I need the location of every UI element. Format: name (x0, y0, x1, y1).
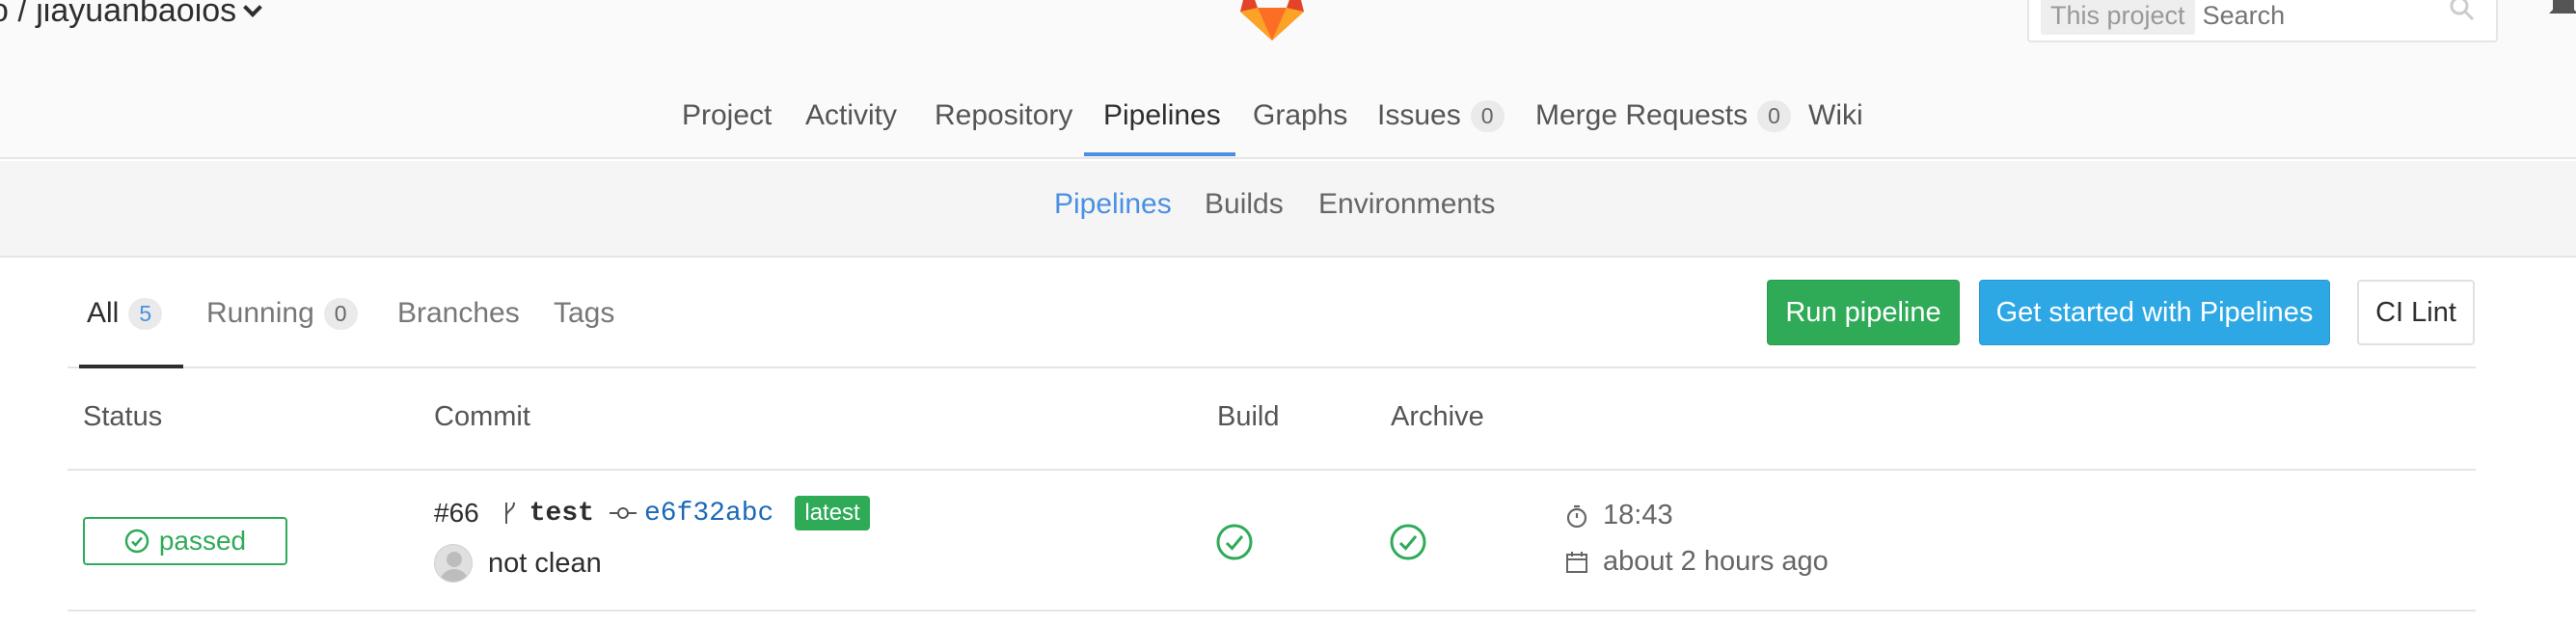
status-label[interactable]: passed (159, 526, 246, 557)
nav-merge-requests-label[interactable]: Merge Requests (1535, 99, 1748, 132)
nav-pipelines-label[interactable]: Pipelines (1103, 99, 1221, 132)
issues-count-badge: 0 (1470, 99, 1505, 132)
tab-running[interactable]: Running 0 (206, 297, 358, 330)
ci-lint-button[interactable]: CI Lint (2357, 280, 2475, 345)
subnav-builds[interactable]: Builds (1205, 188, 1284, 221)
status-badge[interactable]: passed (83, 517, 287, 565)
build-stage-check-icon[interactable] (1215, 523, 1254, 561)
nav-graphs-label[interactable]: Graphs (1253, 99, 1347, 132)
commit-icon (609, 507, 637, 519)
get-started-pipelines-button[interactable]: Get started with Pipelines (1979, 280, 2330, 345)
chevron-down-icon[interactable] (243, 0, 263, 17)
calendar-icon (1566, 551, 1587, 573)
tab-branches[interactable]: Branches (397, 297, 520, 330)
search-input[interactable] (2202, 0, 2454, 31)
gitlab-logo[interactable] (1236, 0, 1308, 44)
subnav-environments[interactable]: Environments (1318, 188, 1495, 221)
finished-line: about 2 hours ago (1564, 546, 1829, 578)
check-circle-icon (124, 529, 149, 554)
table-row: passed #66 test e6f32abc latest not clea… (68, 473, 2476, 611)
pipelines-subnav: Pipelines Builds Environments (0, 161, 2576, 258)
nav-merge-requests[interactable]: Merge Requests 0 (1535, 87, 1791, 145)
pipeline-id-link[interactable]: #66 (434, 498, 479, 529)
nav-activity-label[interactable]: Activity (805, 99, 897, 132)
tab-tags-label[interactable]: Tags (554, 297, 614, 330)
project-nav: Project Activity Repository Pipelines Gr… (0, 77, 2576, 159)
latest-badge: latest (795, 496, 870, 530)
nav-repository-label[interactable]: Repository (935, 99, 1072, 132)
column-commit: Commit (434, 401, 530, 432)
tab-active-indicator (79, 365, 183, 368)
nav-issues-label[interactable]: Issues (1377, 99, 1461, 132)
nav-project[interactable]: Project (682, 87, 772, 145)
nav-activity[interactable]: Activity (805, 87, 897, 145)
commit-message-line: not clean (434, 544, 602, 583)
pipelines-table-header: Status Commit Build Archive (68, 370, 2476, 471)
tab-all[interactable]: All 5 (87, 297, 163, 330)
pipeline-duration: 18:43 (1603, 500, 1673, 530)
commit-sha-link[interactable]: e6f32abc (644, 499, 773, 529)
header: o / jiayuanbaoios This project Project A… (0, 0, 2576, 159)
column-build: Build (1217, 401, 1280, 432)
pipeline-finished-ago: about 2 hours ago (1603, 546, 1829, 577)
nav-graphs[interactable]: Graphs (1253, 87, 1347, 145)
tab-all-label[interactable]: All (87, 297, 119, 330)
tab-tags[interactable]: Tags (554, 297, 614, 330)
branch-name-link[interactable]: test (529, 499, 594, 529)
archive-stage-check-icon[interactable] (1389, 523, 1427, 561)
nav-repository[interactable]: Repository (935, 87, 1072, 145)
search-box[interactable]: This project (2027, 0, 2498, 42)
nav-active-indicator (1084, 152, 1235, 156)
bell-icon[interactable] (2546, 0, 2576, 21)
duration-line: 18:43 (1564, 500, 1673, 531)
project-title-text[interactable]: o / jiayuanbaoios (0, 0, 236, 30)
search-icon[interactable] (2450, 0, 2475, 21)
nav-wiki-label[interactable]: Wiki (1808, 99, 1863, 132)
branch-icon (504, 502, 515, 524)
tab-all-count: 5 (128, 297, 163, 330)
column-archive: Archive (1391, 401, 1484, 432)
tab-running-label[interactable]: Running (206, 297, 314, 330)
nav-wiki[interactable]: Wiki (1808, 87, 1863, 145)
column-status: Status (83, 401, 163, 432)
commit-message-link[interactable]: not clean (488, 548, 602, 580)
tab-branches-label[interactable]: Branches (397, 297, 520, 330)
search-scope-badge[interactable]: This project (2041, 0, 2195, 35)
avatar[interactable] (434, 544, 473, 583)
nav-project-label[interactable]: Project (682, 99, 772, 132)
run-pipeline-button[interactable]: Run pipeline (1767, 280, 1960, 345)
subnav-pipelines[interactable]: Pipelines (1054, 188, 1172, 221)
project-title[interactable]: o / jiayuanbaoios (0, 0, 263, 30)
nav-pipelines[interactable]: Pipelines (1103, 87, 1221, 145)
commit-info: #66 test e6f32abc latest (434, 496, 870, 530)
tab-running-count: 0 (323, 297, 358, 330)
timer-icon (1566, 504, 1587, 528)
merge-requests-count-badge: 0 (1757, 99, 1791, 132)
nav-issues[interactable]: Issues 0 (1377, 87, 1505, 145)
